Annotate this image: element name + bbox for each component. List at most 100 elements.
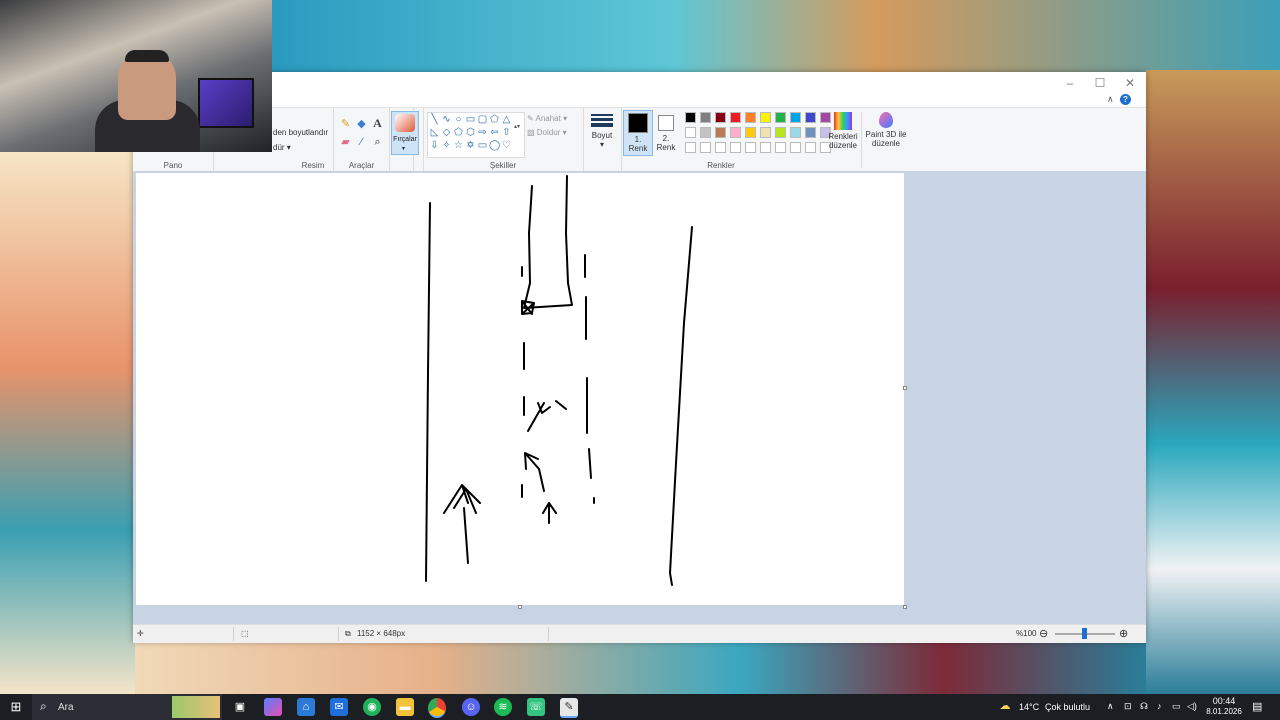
weather-condition[interactable]: Çok bulutlu [1045, 702, 1090, 712]
copilot-icon[interactable] [264, 698, 282, 716]
size-button[interactable]: Boyut ▾ [587, 114, 617, 149]
palette-color-swatch[interactable] [775, 127, 786, 138]
clock-time[interactable]: 00:44 [1206, 696, 1242, 706]
five-point-star-shape-icon[interactable]: ☆ [453, 140, 464, 151]
resize-button[interactable]: den boyutlandır [273, 128, 328, 137]
palette-color-swatch[interactable] [805, 112, 816, 123]
help-icon[interactable]: ? [1120, 94, 1131, 105]
whatsapp-icon[interactable]: ☏ [527, 698, 545, 716]
brushes-group[interactable]: Fırçalar ▾ [388, 108, 424, 171]
resize-handle-right[interactable] [903, 386, 907, 390]
palette-color-swatch[interactable] [805, 127, 816, 138]
close-button[interactable]: ✕ [1115, 74, 1145, 92]
pentagon-shape-icon[interactable]: ⬠ [453, 127, 464, 138]
palette-color-swatch[interactable] [760, 142, 771, 153]
palette-color-swatch[interactable] [700, 127, 711, 138]
oval-callout-shape-icon[interactable]: ◯ [489, 140, 500, 151]
callout-shape-icon[interactable]: ▭ [477, 140, 488, 151]
mail-icon[interactable]: ✉ [330, 698, 348, 716]
six-point-star-shape-icon[interactable]: ✡ [465, 140, 476, 151]
palette-color-swatch[interactable] [790, 142, 801, 153]
palette-color-swatch[interactable] [775, 112, 786, 123]
tray-headset-icon[interactable]: ☊ [1140, 701, 1148, 712]
heart-shape-icon[interactable]: ♡ [501, 140, 512, 151]
palette-color-swatch[interactable] [745, 112, 756, 123]
down-arrow-shape-icon[interactable]: ⇩ [429, 140, 440, 151]
shapes-scroll-icon[interactable]: ▴▾ [514, 123, 520, 130]
up-arrow-shape-icon[interactable]: ⇧ [501, 127, 512, 138]
palette-color-swatch[interactable] [715, 112, 726, 123]
paint3d-button[interactable]: Paint 3D ile düzenle [863, 112, 909, 148]
zoom-slider-thumb[interactable] [1082, 628, 1087, 639]
palette-color-swatch[interactable] [775, 142, 786, 153]
rotate-button[interactable]: dür ▾ [273, 143, 291, 152]
weather-icon[interactable]: ☁ [996, 697, 1014, 715]
maximize-button[interactable]: ☐ [1085, 74, 1115, 92]
file-explorer-icon[interactable]: ▬ [396, 698, 414, 716]
palette-color-swatch[interactable] [730, 127, 741, 138]
drawing-canvas[interactable] [136, 173, 904, 605]
triangle-shape-icon[interactable]: △ [501, 114, 512, 125]
polygon-shape-icon[interactable]: ⬠ [489, 114, 500, 125]
taskbar-search[interactable]: ⌕ Ara [32, 694, 222, 720]
zoom-out-icon[interactable]: ⊖ [1039, 627, 1048, 640]
palette-color-swatch[interactable] [760, 127, 771, 138]
show-hidden-icons-icon[interactable]: ∧ [1107, 701, 1114, 712]
network-icon[interactable]: ▭ [1172, 701, 1181, 712]
chrome-icon[interactable] [428, 698, 446, 718]
volume-icon[interactable]: ◁) [1187, 701, 1197, 712]
collapse-ribbon-icon[interactable]: ∧ [1107, 94, 1114, 105]
edit-colors-button[interactable]: Renkleri düzenle [825, 112, 861, 150]
fill-button[interactable]: ▨ Doldur ▾ [527, 128, 567, 137]
palette-color-swatch[interactable] [790, 127, 801, 138]
palette-color-swatch[interactable] [760, 112, 771, 123]
pencil-icon[interactable]: ✎ [339, 118, 352, 131]
weather-temperature[interactable]: 14°C [1019, 702, 1039, 712]
left-arrow-shape-icon[interactable]: ⇦ [489, 127, 500, 138]
right-arrow-shape-icon[interactable]: ⇨ [477, 127, 488, 138]
color1-button[interactable]: 1. Renk [623, 110, 653, 156]
eraser-icon[interactable]: ▰ [339, 136, 352, 149]
brushes-button[interactable]: Fırçalar ▾ [391, 111, 419, 155]
discord-icon[interactable]: ☺ [462, 698, 480, 716]
notification-icon[interactable]: ▤ [1252, 700, 1262, 713]
resize-handle-corner[interactable] [903, 605, 907, 609]
magnifier-icon[interactable]: ⌕ [371, 136, 384, 149]
text-tool-icon[interactable]: A [371, 117, 384, 130]
rectangle-shape-icon[interactable]: ▭ [465, 114, 476, 125]
palette-color-swatch[interactable] [730, 142, 741, 153]
microphone-icon[interactable]: ♪ [1157, 701, 1162, 711]
palette-color-swatch[interactable] [700, 112, 711, 123]
task-view-icon[interactable]: ▣ [231, 698, 249, 716]
color-picker-icon[interactable]: ⁄ [355, 136, 368, 149]
resize-handle-bottom[interactable] [518, 605, 522, 609]
palette-color-swatch[interactable] [805, 142, 816, 153]
outline-button[interactable]: ✎ Anahat ▾ [527, 114, 567, 123]
diamond-shape-icon[interactable]: ◇ [441, 127, 452, 138]
shapes-gallery[interactable]: ╲ ∿ ○ ▭ ▢ ⬠ △ ◺ ◇ ⬠ ⬡ ⇨ ⇦ ⇧ ⇩ ✧ ☆ ✡ ▭ ◯ [427, 112, 525, 158]
palette-color-swatch[interactable] [715, 127, 726, 138]
palette-color-swatch[interactable] [790, 112, 801, 123]
store-icon[interactable]: ⌂ [297, 698, 315, 716]
palette-color-swatch[interactable] [685, 142, 696, 153]
line-shape-icon[interactable]: ╲ [429, 114, 440, 125]
color2-button[interactable]: 2. Renk [653, 110, 679, 154]
xbox-icon[interactable]: ◉ [363, 698, 381, 716]
oval-shape-icon[interactable]: ○ [453, 114, 464, 125]
four-point-star-shape-icon[interactable]: ✧ [441, 140, 452, 151]
palette-color-swatch[interactable] [730, 112, 741, 123]
spotify-icon[interactable]: ≋ [494, 698, 512, 716]
fill-bucket-icon[interactable]: ◆ [355, 118, 368, 131]
paint-icon[interactable]: ✎ [560, 698, 578, 718]
windows-start-icon[interactable]: ⊞ [7, 698, 25, 716]
hexagon-shape-icon[interactable]: ⬡ [465, 127, 476, 138]
curve-shape-icon[interactable]: ∿ [441, 114, 452, 125]
palette-color-swatch[interactable] [700, 142, 711, 153]
right-triangle-shape-icon[interactable]: ◺ [429, 127, 440, 138]
palette-color-swatch[interactable] [745, 142, 756, 153]
rounded-rect-shape-icon[interactable]: ▢ [477, 114, 488, 125]
palette-color-swatch[interactable] [685, 112, 696, 123]
zoom-in-icon[interactable]: ⊕ [1119, 627, 1128, 640]
palette-color-swatch[interactable] [745, 127, 756, 138]
tray-app-icon[interactable]: ⊡ [1124, 701, 1132, 712]
